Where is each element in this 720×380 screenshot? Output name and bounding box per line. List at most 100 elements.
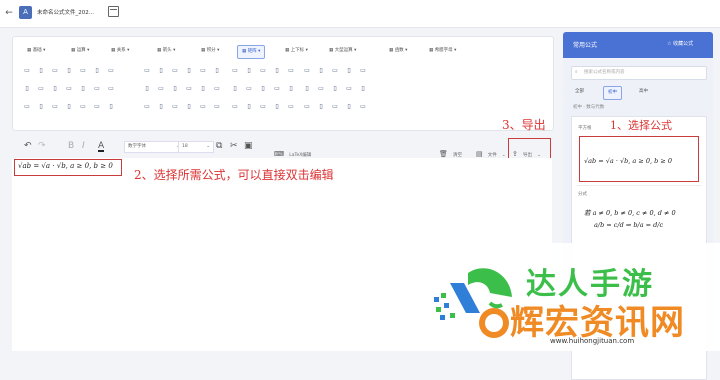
tab-script[interactable]: ▦ 上下标 ▾ bbox=[281, 45, 312, 57]
template-symbol-icon[interactable]: ▯ bbox=[143, 85, 151, 94]
template-symbol-icon[interactable]: ▭ bbox=[331, 67, 339, 76]
bold-icon[interactable]: B bbox=[68, 140, 74, 152]
template-symbol-icon[interactable]: ▭ bbox=[93, 85, 101, 94]
document-title[interactable]: 未命名公式文件_202... bbox=[37, 8, 94, 16]
template-symbol-icon[interactable]: ▯ bbox=[245, 67, 253, 76]
template-symbol-icon[interactable]: ▭ bbox=[23, 67, 31, 76]
tab-large-operator[interactable]: ▦ 大型运算 ▾ bbox=[325, 45, 360, 57]
font-select[interactable]: 数学字体 ⌄ bbox=[124, 141, 184, 153]
template-symbol-icon[interactable]: ▭ bbox=[245, 85, 253, 94]
template-symbol-icon[interactable]: ▭ bbox=[107, 67, 115, 76]
library-tab[interactable]: 高中 bbox=[635, 86, 652, 98]
template-symbol-icon[interactable]: ▯ bbox=[37, 67, 45, 76]
template-symbol-icon[interactable]: ▭ bbox=[79, 67, 87, 76]
library-formula-fraction-2[interactable]: a/b = c/d ⇒ b/a = d/c bbox=[594, 221, 663, 229]
template-symbol-icon[interactable]: ▯ bbox=[51, 85, 59, 94]
template-symbol-icon[interactable]: ▭ bbox=[171, 67, 179, 76]
template-symbol-icon[interactable]: ▯ bbox=[157, 67, 165, 76]
template-symbol-icon[interactable]: ▭ bbox=[143, 67, 151, 76]
template-symbol-icon[interactable]: ▭ bbox=[51, 67, 59, 76]
template-symbol-icon[interactable]: ▭ bbox=[345, 85, 353, 94]
template-symbol-icon[interactable]: ▯ bbox=[65, 67, 73, 76]
template-symbol-icon[interactable]: ▭ bbox=[359, 67, 367, 76]
tab-matrix[interactable]: ▦ 矩阵 ▾ bbox=[237, 45, 266, 59]
template-symbol-icon[interactable]: ▯ bbox=[93, 67, 101, 76]
template-symbol-icon[interactable]: ▭ bbox=[143, 103, 151, 112]
library-tab[interactable]: 全部 bbox=[571, 86, 588, 98]
template-symbol-icon[interactable]: ▯ bbox=[259, 85, 267, 94]
template-symbol-icon[interactable]: ▭ bbox=[259, 103, 267, 112]
template-symbol-icon[interactable]: ▭ bbox=[107, 85, 115, 94]
template-symbol-icon[interactable]: ▯ bbox=[317, 103, 325, 112]
template-symbol-icon[interactable]: ▯ bbox=[287, 85, 295, 94]
search-input[interactable]: ⌕ 搜索公式名称或内容 bbox=[571, 66, 707, 80]
template-symbol-icon[interactable]: ▯ bbox=[231, 85, 239, 94]
template-symbol-icon[interactable]: ▭ bbox=[231, 67, 239, 76]
template-symbol-icon[interactable]: ▯ bbox=[245, 103, 253, 112]
template-symbol-icon[interactable]: ▭ bbox=[303, 67, 311, 76]
library-formula-fraction-1[interactable]: 若 a ≠ 0, b ≠ 0, c ≠ 0, d ≠ 0 bbox=[584, 207, 676, 217]
template-symbol-icon[interactable]: ▭ bbox=[259, 67, 267, 76]
redo-icon[interactable]: ↷ bbox=[38, 140, 46, 152]
tab-greek[interactable]: ▦ 希腊字母 ▾ bbox=[425, 45, 460, 57]
template-symbol-icon[interactable]: ▭ bbox=[213, 103, 221, 112]
tab-integral[interactable]: ▦ 积分 ▾ bbox=[197, 45, 223, 57]
template-symbol-icon[interactable]: ▭ bbox=[37, 85, 45, 94]
template-symbol-icon[interactable]: ▯ bbox=[273, 103, 281, 112]
template-symbol-icon[interactable]: ▭ bbox=[231, 103, 239, 112]
template-symbol-icon[interactable]: ▭ bbox=[93, 103, 101, 112]
template-symbol-icon[interactable]: ▯ bbox=[79, 85, 87, 94]
template-symbol-icon[interactable]: ▯ bbox=[345, 103, 353, 112]
template-symbol-icon[interactable]: ▯ bbox=[213, 67, 221, 76]
library-tab[interactable]: 初中 bbox=[603, 86, 622, 100]
cut-icon[interactable]: ✂ bbox=[230, 140, 238, 152]
editor-formula[interactable]: √ab = √a · √b, a ≥ 0, b ≥ 0 bbox=[18, 162, 113, 170]
paste-icon[interactable]: ▣ bbox=[244, 140, 253, 152]
template-symbol-icon[interactable]: ▭ bbox=[199, 103, 207, 112]
size-select[interactable]: 18 ⌄ bbox=[178, 141, 214, 153]
template-symbol-icon[interactable]: ▯ bbox=[331, 85, 339, 94]
template-symbol-icon[interactable]: ▭ bbox=[23, 103, 31, 112]
italic-icon[interactable]: I bbox=[82, 140, 85, 152]
template-symbol-icon[interactable]: ▯ bbox=[23, 85, 31, 94]
template-symbol-icon[interactable]: ▯ bbox=[65, 103, 73, 112]
undo-icon[interactable]: ↶ bbox=[24, 140, 32, 152]
template-symbol-icon[interactable]: ▯ bbox=[317, 67, 325, 76]
tab-function[interactable]: ▦ 函数 ▾ bbox=[385, 45, 411, 57]
template-symbol-icon[interactable]: ▭ bbox=[317, 85, 325, 94]
arrow-left-icon[interactable]: ← bbox=[4, 7, 14, 19]
calendar-icon[interactable] bbox=[108, 6, 119, 17]
tab-operator[interactable]: ▦ 运算 ▾ bbox=[67, 45, 93, 57]
template-symbol-icon[interactable]: ▯ bbox=[37, 103, 45, 112]
copy-icon[interactable]: ⧉ bbox=[216, 140, 222, 152]
template-symbol-icon[interactable]: ▭ bbox=[273, 85, 281, 94]
template-symbol-icon[interactable]: ▯ bbox=[199, 85, 207, 94]
tab-calculator[interactable]: ▦ 基础 ▾ bbox=[23, 45, 49, 57]
template-symbol-icon[interactable]: ▯ bbox=[185, 103, 193, 112]
template-symbol-icon[interactable]: ▯ bbox=[303, 85, 311, 94]
template-symbol-icon[interactable]: ▯ bbox=[273, 67, 281, 76]
template-symbol-icon[interactable]: ▭ bbox=[199, 67, 207, 76]
template-symbol-icon[interactable]: ▯ bbox=[171, 85, 179, 94]
tab-arrow[interactable]: ▦ 箭头 ▾ bbox=[153, 45, 179, 57]
tab-relation[interactable]: ▦ 关系 ▾ bbox=[107, 45, 133, 57]
template-symbol-icon[interactable]: ▭ bbox=[213, 85, 221, 94]
template-symbol-icon[interactable]: ▭ bbox=[65, 85, 73, 94]
template-symbol-icon[interactable]: ▯ bbox=[345, 67, 353, 76]
template-symbol-icon[interactable]: ▯ bbox=[107, 103, 115, 112]
template-symbol-icon[interactable]: ▭ bbox=[185, 85, 193, 94]
template-symbol-icon[interactable]: ▭ bbox=[359, 103, 367, 112]
template-symbol-icon[interactable]: ▭ bbox=[79, 103, 87, 112]
collect-button[interactable]: ☆ 收藏公式 bbox=[667, 40, 693, 47]
template-symbol-icon[interactable]: ▯ bbox=[359, 85, 367, 94]
template-symbol-icon[interactable]: ▭ bbox=[331, 103, 339, 112]
template-symbol-icon[interactable]: ▭ bbox=[157, 85, 165, 94]
template-symbol-icon[interactable]: ▯ bbox=[157, 103, 165, 112]
template-symbol-icon[interactable]: ▭ bbox=[51, 103, 59, 112]
template-symbol-icon[interactable]: ▭ bbox=[303, 103, 311, 112]
template-symbol-icon[interactable]: ▭ bbox=[171, 103, 179, 112]
template-symbol-icon[interactable]: ▭ bbox=[287, 67, 295, 76]
template-symbol-icon[interactable]: ▯ bbox=[185, 67, 193, 76]
template-symbol-icon[interactable]: ▭ bbox=[287, 103, 295, 112]
font-color-icon[interactable]: A bbox=[98, 140, 105, 152]
